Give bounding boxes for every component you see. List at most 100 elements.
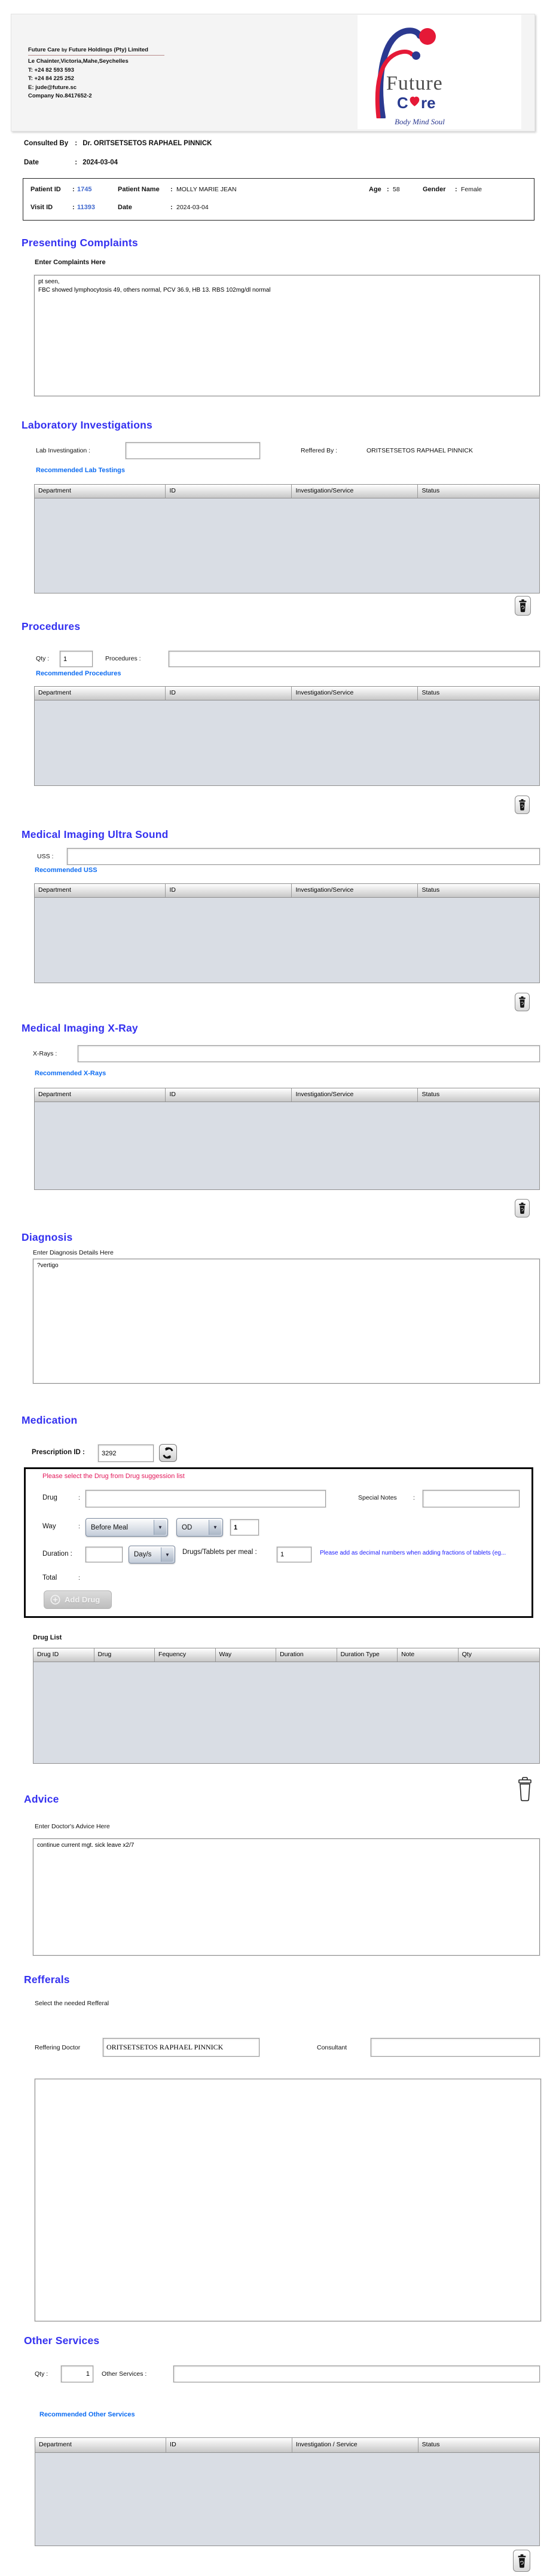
col-status: Status [421,2441,440,2448]
trash-icon [518,2554,526,2568]
col-department: Department [35,1088,166,1102]
col-status: Status [421,1091,440,1098]
lab-referred-by-value: ORITSETSETOS RAPHAEL PINNICK [366,447,473,454]
lab-investigation-input[interactable] [126,442,260,459]
visit-id-label: Visit ID [30,204,53,211]
other-services-input[interactable] [173,2366,540,2382]
way-select[interactable]: Before Meal ▼ [85,1518,168,1537]
other-services-table[interactable]: Department ID Investigation / Service St… [35,2437,540,2546]
consultant-input[interactable] [371,2038,540,2057]
drug-input[interactable] [85,1490,326,1507]
recommended-procedures-link[interactable]: Recommended Procedures [36,670,121,677]
xray-delete-button[interactable] [515,1199,530,1217]
advice-textarea[interactable]: continue current mgt. sick leave x2/7 [33,1838,540,1956]
age-value: 58 [393,186,400,193]
lab-table-header: Department ID Investigation/Service Stat… [35,485,539,498]
xray-input[interactable] [78,1045,540,1062]
colon: : [413,1494,415,1501]
other-qty-input[interactable] [61,2366,93,2382]
visit-date-label: Date [118,204,132,211]
prescription-id-label: Prescription ID : [32,1449,85,1456]
procedures-qty-input[interactable] [60,651,93,667]
frequency-qty-input[interactable] [230,1519,259,1535]
colon: : [455,186,457,193]
company-name: Future Care [28,47,60,53]
col-status: Status [421,487,440,494]
prescription-id-input[interactable] [98,1445,154,1462]
way-label: Way [42,1523,56,1530]
recommended-lab-testings-link[interactable]: Recommended Lab Testings [36,467,125,474]
col-drug: Drug [94,1648,155,1662]
patient-id-label: Patient ID [30,186,61,193]
procedures-table[interactable]: Department ID Investigation/Service Stat… [34,686,540,786]
company-by: by [61,47,68,53]
visit-date-value: 2024-03-04 [176,204,209,211]
colon: : [75,159,78,166]
referral-list-box[interactable] [35,2079,541,2321]
advice-label: Enter Doctor's Advice Here [35,1823,110,1830]
duration-type-select[interactable]: Day/s ▼ [129,1546,175,1564]
consultant-label: Consultant [317,2044,347,2051]
add-drug-button[interactable]: Add Drug [44,1590,112,1609]
drug-list-delete-button[interactable] [517,1776,533,1806]
uss-delete-button[interactable] [515,993,530,1011]
company-email: E: jude@future.sc [28,84,77,91]
uss-table[interactable]: Department ID Investigation/Service Stat… [34,883,540,983]
col-way: Way [216,1648,277,1662]
col-investigation-service: Investigation/Service [292,884,418,897]
svg-text:C: C [397,94,408,112]
recommended-other-services-link[interactable]: Recommended Other Services [39,2411,135,2418]
drug-list-table[interactable]: Drug ID Drug Fequency Way Duration Durat… [33,1648,540,1764]
diagnosis-textarea[interactable]: ?vertigo [33,1259,540,1384]
col-id: ID [166,2438,292,2452]
xray-table[interactable]: Department ID Investigation/Service Stat… [34,1088,540,1190]
company-logo: Future C re [360,23,479,120]
procedures-input-label: Procedures : [105,655,141,662]
other-services-title: Other Services [24,2335,100,2346]
other-services-delete-button[interactable] [513,2550,530,2572]
patient-name-value: MOLLY MARIE JEAN [176,186,237,193]
lab-delete-button[interactable] [515,596,531,616]
complaints-textarea[interactable]: pt seen, FBC showed lymphocytosis 49, ot… [34,275,540,396]
duration-input[interactable] [85,1547,123,1562]
plus-circle-icon [50,1595,60,1605]
svg-text:re: re [421,94,436,112]
col-department: Department [35,687,166,700]
uss-input[interactable] [67,848,540,865]
svg-text:Future: Future [386,72,443,94]
col-note: Note [398,1648,459,1662]
procedures-delete-button[interactable] [515,796,530,814]
chevron-down-icon: ▼ [209,1520,221,1535]
referrals-title: Refferals [24,1974,70,1985]
procedures-input[interactable] [169,651,540,667]
chevron-down-icon: ▼ [161,1547,173,1562]
recommended-uss-link[interactable]: Recommended USS [35,867,97,874]
trash-icon [519,599,527,613]
referring-doctor-input[interactable] [103,2038,259,2057]
title-underline [28,54,164,56]
date-value: 2024-03-04 [83,159,118,166]
prescription-refresh-button[interactable] [159,1444,177,1462]
recommended-xrays-link[interactable]: Recommended X-Rays [35,1070,106,1077]
logo-graphic: Future C re [375,27,443,120]
col-investigation-service: Investigation/Service [292,687,418,700]
per-meal-input[interactable] [277,1547,311,1562]
frequency-select-value: OD [182,1523,193,1531]
trash-outline-icon [518,1777,531,1801]
col-department: Department [35,2438,167,2452]
trash-icon [519,1203,526,1214]
presenting-complaints-title: Presenting Complaints [22,237,138,249]
way-select-value: Before Meal [91,1523,129,1531]
special-notes-input[interactable] [423,1490,520,1507]
col-status: Status [421,689,440,696]
advice-title: Advice [24,1793,59,1805]
visit-id-value: 11393 [77,204,95,211]
company-number: Company No.8417652-2 [28,93,92,99]
frequency-select[interactable]: OD ▼ [176,1518,223,1537]
lab-table[interactable]: Department ID Investigation/Service Stat… [34,484,540,593]
refresh-icon [163,1447,173,1459]
trash-icon [519,799,526,810]
trash-icon [519,996,526,1008]
uss-table-header: Department ID Investigation/Service Stat… [35,884,539,898]
consultation-form-page: Future Care by Future Holdings (Pty) Lim… [0,0,556,2576]
